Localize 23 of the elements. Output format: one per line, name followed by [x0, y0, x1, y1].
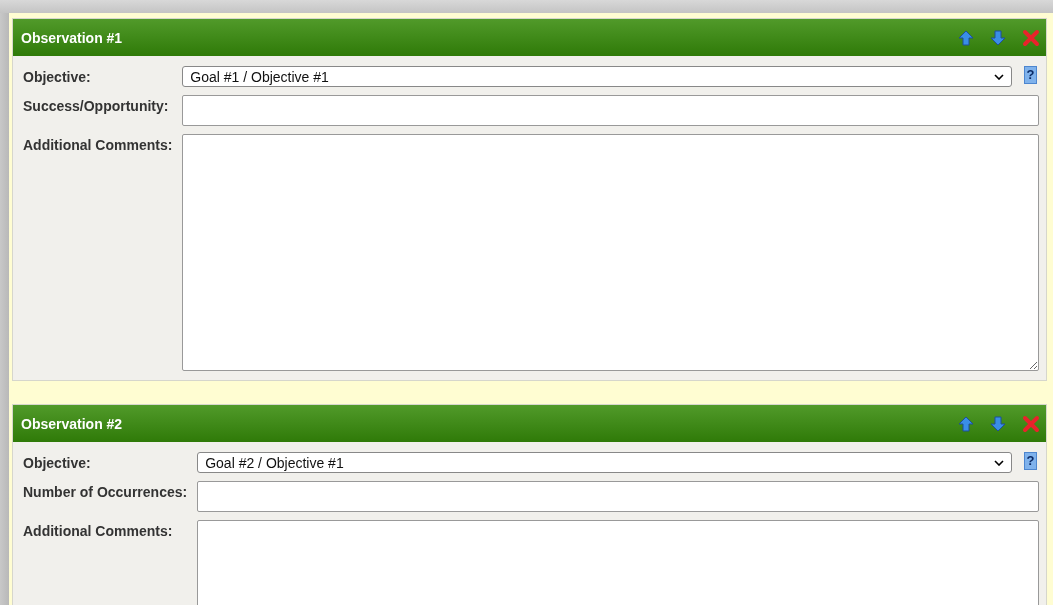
field-label: Objective:	[23, 454, 92, 473]
field-label: Additional Comments:	[23, 136, 173, 155]
objective-dropdown[interactable]: Goal #1 / Objective #1	[182, 66, 1012, 87]
panel-title: Observation #1	[21, 29, 123, 46]
comments-field[interactable]	[182, 134, 1039, 371]
help-icon[interactable]: ?	[1024, 66, 1037, 84]
move-down-icon[interactable]	[990, 415, 1006, 432]
chevron-down-icon	[994, 459, 1004, 466]
delete-icon[interactable]	[1022, 28, 1040, 47]
field-label: Number of Occurrences:	[23, 483, 188, 502]
move-down-icon[interactable]	[990, 29, 1006, 46]
field-label: Success/Opportunity:	[23, 97, 170, 116]
move-up-icon[interactable]	[958, 29, 974, 46]
field-label: Additional Comments:	[23, 522, 174, 541]
delete-icon[interactable]	[1022, 414, 1040, 433]
move-up-icon[interactable]	[958, 415, 974, 432]
field-label: Objective:	[23, 68, 92, 87]
objective-dropdown[interactable]: Goal #2 / Objective #1	[197, 452, 1012, 473]
input-field[interactable]	[197, 481, 1039, 512]
input-field[interactable]	[182, 95, 1039, 126]
help-icon[interactable]: ?	[1024, 452, 1037, 470]
chevron-down-icon	[994, 73, 1004, 80]
panel-title: Observation #2	[21, 415, 123, 432]
